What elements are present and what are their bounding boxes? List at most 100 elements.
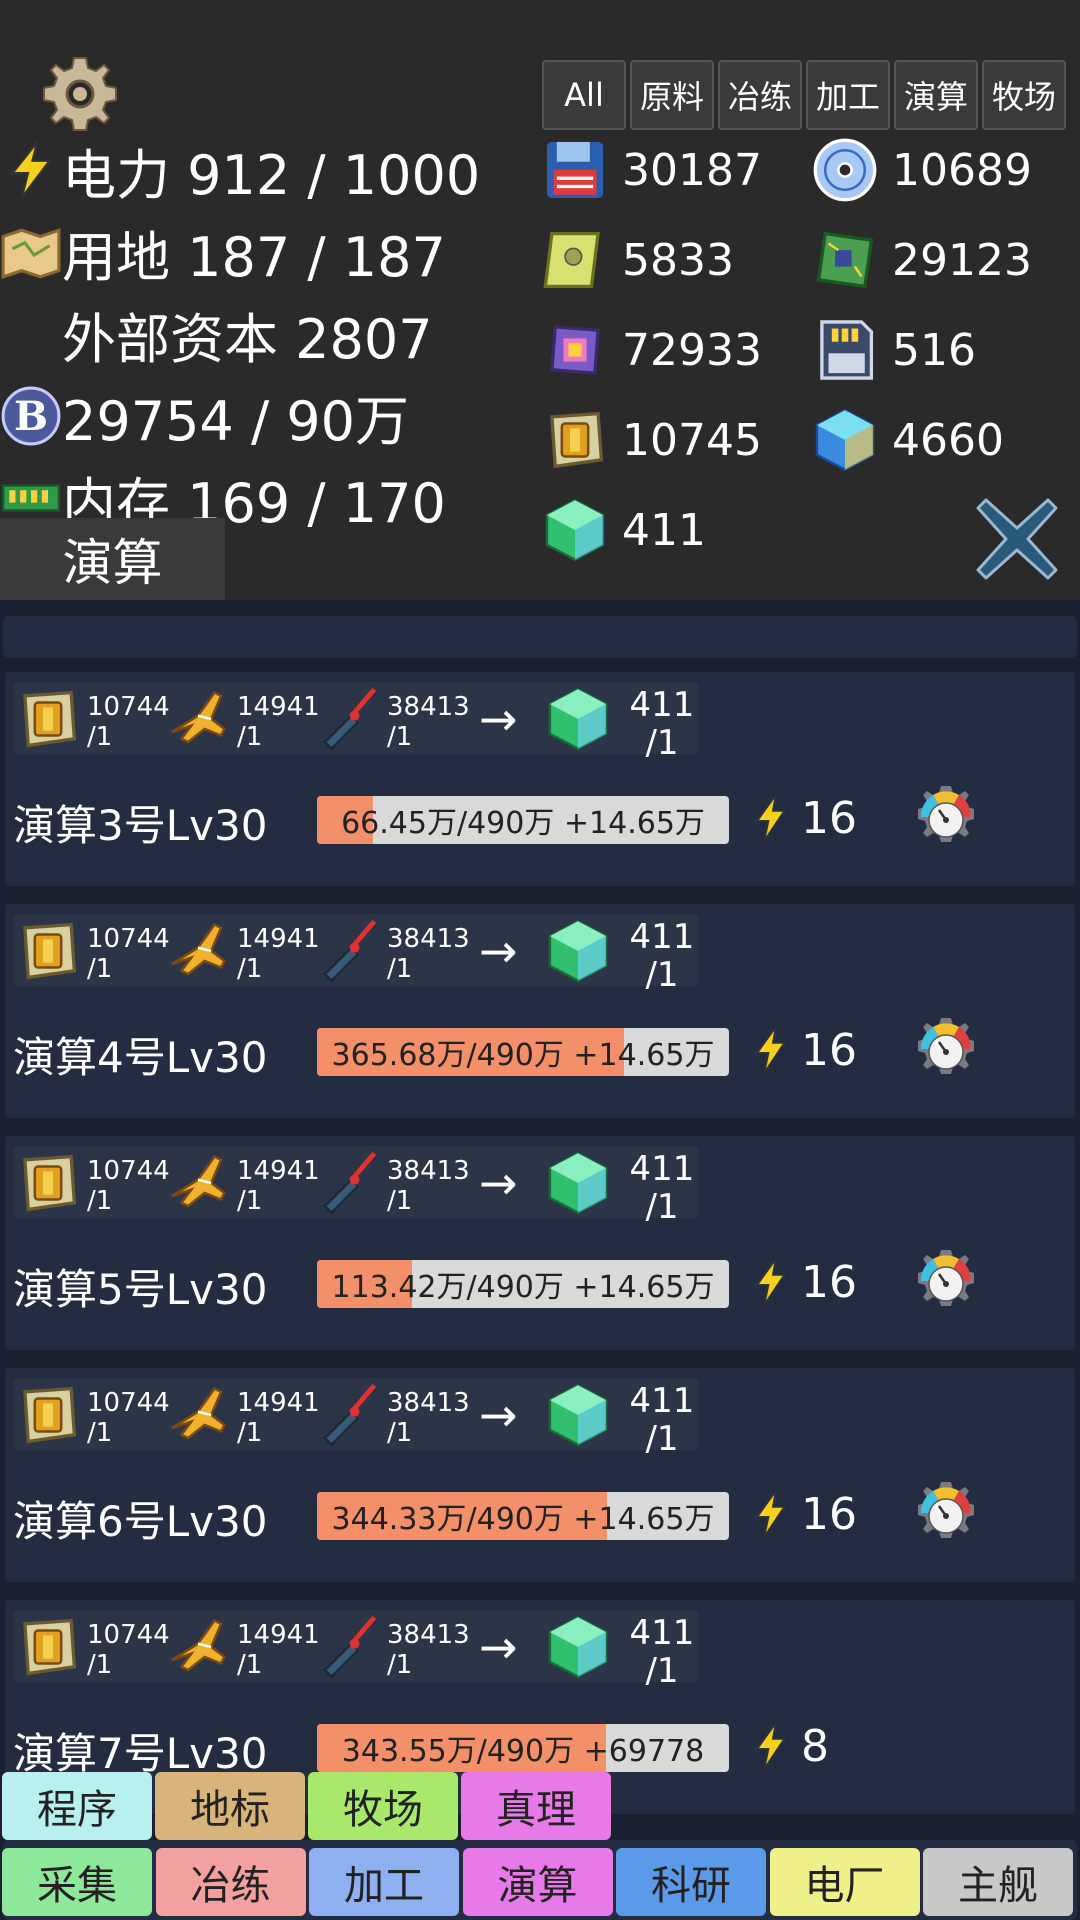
nav-top-button[interactable]: 真理 — [461, 1772, 611, 1840]
input-amount: 10744/1 — [87, 1620, 170, 1680]
green-cube-icon — [543, 918, 613, 984]
cd-disc-icon — [813, 138, 877, 202]
lightning-icon — [755, 1490, 786, 1538]
nav-top-button[interactable]: 牧场 — [308, 1772, 458, 1840]
nav-bottom-button[interactable]: 演算 — [462, 1848, 613, 1916]
nav-bottom-button[interactable]: 主舰 — [923, 1848, 1073, 1916]
progress-bar: 343.55万/490万 +69778 — [317, 1724, 729, 1772]
chip-board-icon — [550, 411, 604, 469]
arrow-icon: → — [479, 692, 518, 746]
input-amount: 38413/1 — [387, 692, 470, 752]
input-amount: 14941/1 — [237, 1388, 320, 1448]
nav-bottom-button[interactable]: 冶练 — [155, 1848, 306, 1916]
coins-text: 29754 / 90万 — [62, 389, 410, 453]
tab-process[interactable]: 加工 — [806, 60, 890, 130]
speed-gauge-icon[interactable] — [911, 1478, 981, 1548]
hard-drive-icon — [543, 231, 600, 289]
machine-card[interactable]: 10744/1 14941/1 38413/1 → 411/1 演算5号Lv30 113.4… — [3, 1134, 1077, 1352]
chip-board-icon — [13, 1614, 83, 1680]
speed-gauge-icon[interactable] — [911, 1014, 981, 1084]
machine-card[interactable]: 10744/1 14941/1 38413/1 → 411/1 演算3号Lv30 66.45… — [3, 670, 1077, 888]
recipe-row: 10744/1 14941/1 38413/1 → 411/1 — [13, 914, 699, 994]
resource-amount: 411 — [622, 504, 706, 556]
nav-bottom-button[interactable]: 采集 — [2, 1848, 152, 1916]
green-cube-icon — [543, 686, 613, 752]
capital-text: 外部资本 2807 — [62, 307, 433, 371]
resource-chip-board: 10745 — [542, 400, 762, 480]
power-stat: 电力 912 / 1000 — [0, 130, 480, 210]
nav-bottom-button[interactable]: 科研 — [616, 1848, 766, 1916]
progress-text: 365.68万/490万 +14.65万 — [331, 1038, 715, 1073]
tab-ranch[interactable]: 牧场 — [982, 60, 1066, 130]
settings-gear-icon[interactable] — [40, 54, 120, 134]
close-icon[interactable] — [972, 494, 1062, 584]
machine-card[interactable]: 10744/1 14941/1 38413/1 → 411/1 演算6号Lv30 344.3… — [3, 1366, 1077, 1584]
output-amount: 411/1 — [629, 1149, 695, 1227]
coins-stat: B 29754 / 90万 — [0, 376, 409, 456]
green-cube-icon — [543, 1614, 613, 1680]
input-amount: 10744/1 — [87, 1156, 170, 1216]
arrow-icon: → — [479, 1388, 518, 1442]
jet-icon — [163, 1150, 233, 1216]
lightning-icon — [755, 1722, 786, 1770]
tab-raw[interactable]: 原料 — [630, 60, 714, 130]
resource-amount: 10745 — [622, 414, 762, 466]
speed-gauge-icon[interactable] — [911, 1246, 981, 1316]
machine-list[interactable]: 10744/1 14941/1 38413/1 → 411/1 演算3号Lv30 66.45… — [0, 600, 1080, 1920]
tab-compute[interactable]: 演算 — [894, 60, 978, 130]
power-value: 16 — [801, 1024, 857, 1076]
nav-top-button[interactable]: 程序 — [2, 1772, 152, 1840]
jet-icon — [163, 1614, 233, 1680]
input-amount: 38413/1 — [387, 1388, 470, 1448]
section-tab-compute[interactable]: 演算 — [0, 518, 225, 600]
resource-cpu: 72933 — [542, 310, 762, 390]
power-value: 16 — [801, 792, 857, 844]
recipe-row: 10744/1 14941/1 38413/1 → 411/1 — [13, 682, 699, 762]
tab-smelt[interactable]: 冶练 — [718, 60, 802, 130]
jet-icon — [163, 1382, 233, 1448]
nav-top-button[interactable]: 地标 — [155, 1772, 305, 1840]
nav-bottom-button[interactable]: 加工 — [309, 1848, 459, 1916]
recipe-row: 10744/1 14941/1 38413/1 → 411/1 — [13, 1378, 699, 1458]
green-cube-icon — [543, 1382, 613, 1448]
resource-panel: 电力 912 / 1000 用地 187 / 187 外部资本 2807 B 2… — [0, 0, 1080, 600]
resource-blue-cube: 4660 — [812, 400, 1004, 480]
resource-floppy: 30187 — [542, 130, 762, 210]
input-amount: 10744/1 — [87, 1388, 170, 1448]
lightning-icon — [755, 1026, 786, 1074]
power-value: 16 — [801, 1256, 857, 1308]
output-amount: 411/1 — [629, 685, 695, 763]
resource-amount: 30187 — [622, 144, 762, 196]
machine-card[interactable]: 10744/1 14941/1 38413/1 → 411/1 演算4号Lv30 365.6… — [3, 902, 1077, 1120]
resource-amount: 516 — [892, 324, 976, 376]
resource-amount: 10689 — [892, 144, 1032, 196]
power-usage: 8 — [753, 1718, 829, 1774]
output-amount: 411/1 — [629, 917, 695, 995]
power-value: 16 — [801, 1488, 857, 1540]
b-coin-icon: B — [1, 386, 61, 446]
nav-bottom-button[interactable]: 电厂 — [769, 1848, 920, 1916]
machine-name: 演算5号Lv30 — [13, 1265, 268, 1314]
resource-disc: 10689 — [812, 130, 1032, 210]
progress-text: 344.33万/490万 +14.65万 — [331, 1502, 715, 1537]
chip-board-icon — [13, 686, 83, 752]
section-tab-label: 演算 — [62, 534, 163, 592]
laser-pen-icon — [313, 1382, 383, 1448]
machine-name: 演算4号Lv30 — [13, 1033, 268, 1082]
machine-name: 演算3号Lv30 — [13, 801, 268, 850]
floppy-disk-icon — [546, 141, 604, 199]
progress-text: 66.45万/490万 +14.65万 — [341, 806, 705, 841]
resource-circuit: 29123 — [812, 220, 1032, 300]
tab-all-label: All — [564, 76, 604, 114]
tab-all[interactable]: All — [542, 60, 626, 130]
input-amount: 14941/1 — [237, 924, 320, 984]
green-cube-icon — [543, 1150, 613, 1216]
chip-board-icon — [13, 1150, 83, 1216]
input-amount: 38413/1 — [387, 924, 470, 984]
speed-gauge-icon[interactable] — [911, 782, 981, 852]
laser-pen-icon — [313, 686, 383, 752]
tab-compute-label: 演算 — [903, 78, 968, 116]
power-usage: 16 — [753, 790, 857, 846]
progress-text: 113.42万/490万 +14.65万 — [331, 1270, 715, 1305]
input-amount: 38413/1 — [387, 1620, 470, 1680]
